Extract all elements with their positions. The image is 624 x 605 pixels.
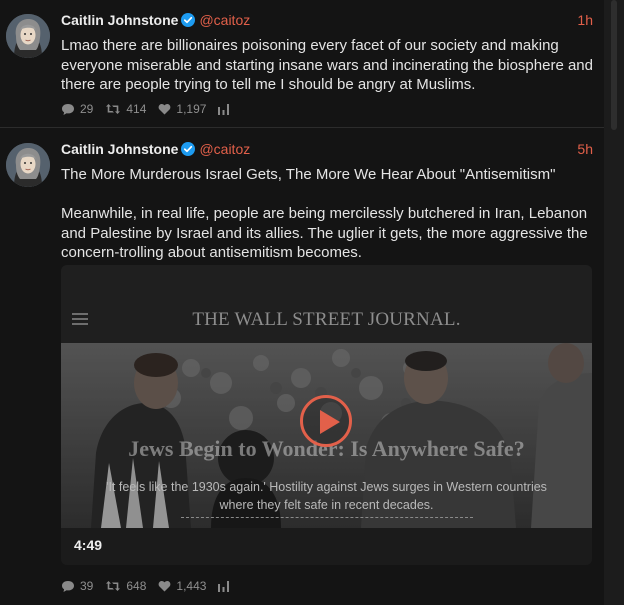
- bar-chart-icon: [218, 580, 230, 592]
- reply-count: 29: [80, 102, 94, 116]
- play-icon: [320, 410, 340, 434]
- timeline-feed: Caitlin Johnstone @caitoz 1h Lmao there a…: [0, 0, 604, 605]
- retweet-icon: [106, 104, 121, 114]
- tweet-header: Caitlin Johnstone @caitoz 1h: [61, 12, 593, 32]
- like-button[interactable]: 1,197: [158, 102, 206, 116]
- tweet-title: The More Murderous Israel Gets, The More…: [61, 166, 556, 183]
- video-header: [61, 265, 592, 343]
- tweet-actions: 39 648 1,443: [61, 578, 246, 594]
- avatar[interactable]: [6, 14, 50, 58]
- heart-icon: [159, 104, 171, 115]
- retweet-button[interactable]: 648: [105, 579, 146, 593]
- speech-bubble-icon: [62, 103, 74, 115]
- tweet-timestamp[interactable]: 5h: [577, 141, 593, 157]
- like-count: 1,443: [176, 579, 207, 593]
- author-handle[interactable]: @caitoz: [199, 12, 250, 28]
- tweet-text: Lmao there are billionaires poisoning ev…: [61, 37, 593, 93]
- retweet-count: 414: [126, 102, 147, 116]
- retweet-button[interactable]: 414: [105, 102, 146, 116]
- author-name[interactable]: Caitlin Johnstone: [61, 12, 178, 28]
- publisher-logo: THE WALL STREET JOURNAL.: [192, 309, 461, 330]
- video-card[interactable]: THE WALL STREET JOURNAL. Jews Begin to W…: [61, 265, 592, 565]
- bar-chart-icon: [218, 103, 230, 115]
- tweet-timestamp[interactable]: 1h: [577, 12, 593, 28]
- tweet-text: Meanwhile, in real life, people are bein…: [61, 205, 588, 261]
- tweet[interactable]: Caitlin Johnstone @caitoz 1h Lmao there a…: [0, 0, 604, 128]
- scrollbar-thumb[interactable]: [611, 0, 617, 130]
- video-duration: 4:49: [74, 537, 103, 553]
- reply-count: 39: [80, 579, 94, 593]
- reply-button[interactable]: 39: [61, 579, 93, 593]
- author-name[interactable]: Caitlin Johnstone: [61, 141, 178, 157]
- reply-button[interactable]: 29: [61, 102, 93, 116]
- tweet[interactable]: Caitlin Johnstone @caitoz 5h The More Mur…: [0, 129, 604, 605]
- retweet-icon: [106, 581, 121, 591]
- tweet-actions: 29 414 1,197: [61, 101, 246, 117]
- video-footer: 4:49: [61, 528, 592, 565]
- subtitle-underline: [181, 517, 473, 518]
- avatar[interactable]: [6, 143, 50, 187]
- heart-icon: [159, 581, 171, 592]
- scrollbar[interactable]: [604, 0, 624, 605]
- like-button[interactable]: 1,443: [158, 579, 206, 593]
- verified-badge-icon: [181, 13, 196, 27]
- speech-bubble-icon: [62, 580, 74, 592]
- author-handle[interactable]: @caitoz: [199, 141, 250, 157]
- like-count: 1,197: [176, 102, 207, 116]
- stats-button[interactable]: [218, 103, 234, 115]
- tweet-header: Caitlin Johnstone @caitoz 5h: [61, 141, 593, 161]
- play-button[interactable]: [300, 395, 352, 447]
- verified-badge-icon: [181, 142, 196, 156]
- stats-button[interactable]: [218, 580, 234, 592]
- video-subtitle: 'It feels like the 1930s again.' Hostili…: [106, 480, 547, 512]
- retweet-count: 648: [126, 579, 147, 593]
